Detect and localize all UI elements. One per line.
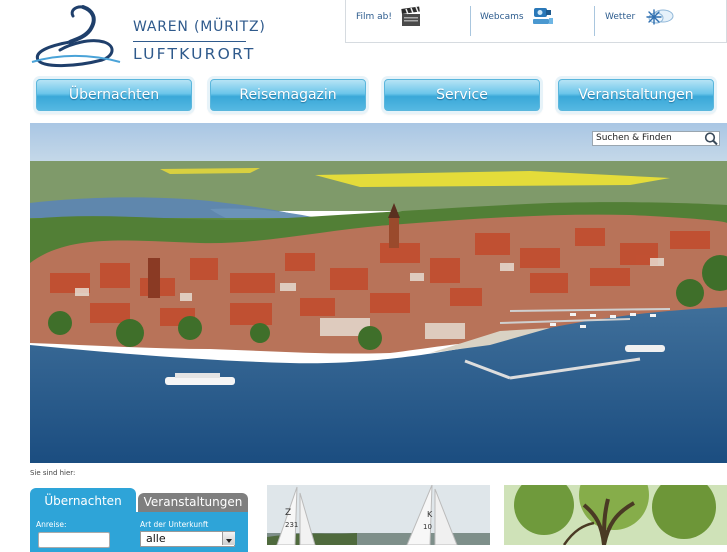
svg-text:10: 10 (423, 523, 432, 531)
accommodation-type-label: Art der Unterkunft (140, 520, 209, 529)
teaser-image-tree[interactable] (504, 485, 727, 545)
nav-uebernachten[interactable]: Übernachten (36, 79, 192, 111)
tab-veranstaltungen[interactable]: Veranstaltungen (138, 493, 248, 512)
nav-reisemagazin[interactable]: Reisemagazin (210, 79, 366, 111)
utility-label-weather: Wetter (605, 12, 636, 22)
breadcrumb: Sie sind hier: (30, 469, 76, 477)
logo-divider (133, 41, 246, 42)
nav-veranstaltungen[interactable]: Veranstaltungen (558, 79, 714, 111)
utility-bar: Film ab! Webcams Wetter (345, 0, 727, 43)
tab-uebernachten[interactable]: Übernachten (30, 488, 136, 512)
chevron-down-icon[interactable] (222, 532, 235, 545)
nav-service[interactable]: Service (384, 79, 540, 111)
webcam-icon (533, 8, 553, 24)
hero-image (30, 123, 727, 463)
logo-swan-icon (31, 5, 121, 68)
utility-item-webcams[interactable]: Webcams (480, 8, 590, 36)
svg-text:Z: Z (285, 508, 291, 518)
logo-title: WAREN (MÜRITZ) (133, 19, 266, 35)
arrival-date-input[interactable] (38, 532, 110, 548)
search-input[interactable]: Suchen & Finden (592, 131, 720, 146)
teaser-image-sailing[interactable]: Z 231 K 10 (267, 485, 490, 545)
svg-text:231: 231 (285, 521, 298, 529)
logo-subtitle: LUFTKURORT (133, 45, 256, 63)
utility-label-film: Film ab! (356, 12, 392, 22)
arrival-label: Anreise: (36, 520, 67, 529)
clapperboard-icon (401, 6, 420, 26)
utility-separator (470, 6, 471, 36)
utility-item-film[interactable]: Film ab! (356, 6, 466, 36)
utility-separator (594, 6, 595, 36)
svg-text:K: K (427, 510, 433, 519)
utility-item-weather[interactable]: Wetter (605, 8, 715, 36)
site-logo[interactable]: WAREN (MÜRITZ) LUFTKURORT (30, 4, 265, 70)
weather-icon (646, 9, 674, 25)
utility-label-webcams: Webcams (480, 12, 524, 22)
magnifier-icon[interactable] (703, 131, 719, 146)
